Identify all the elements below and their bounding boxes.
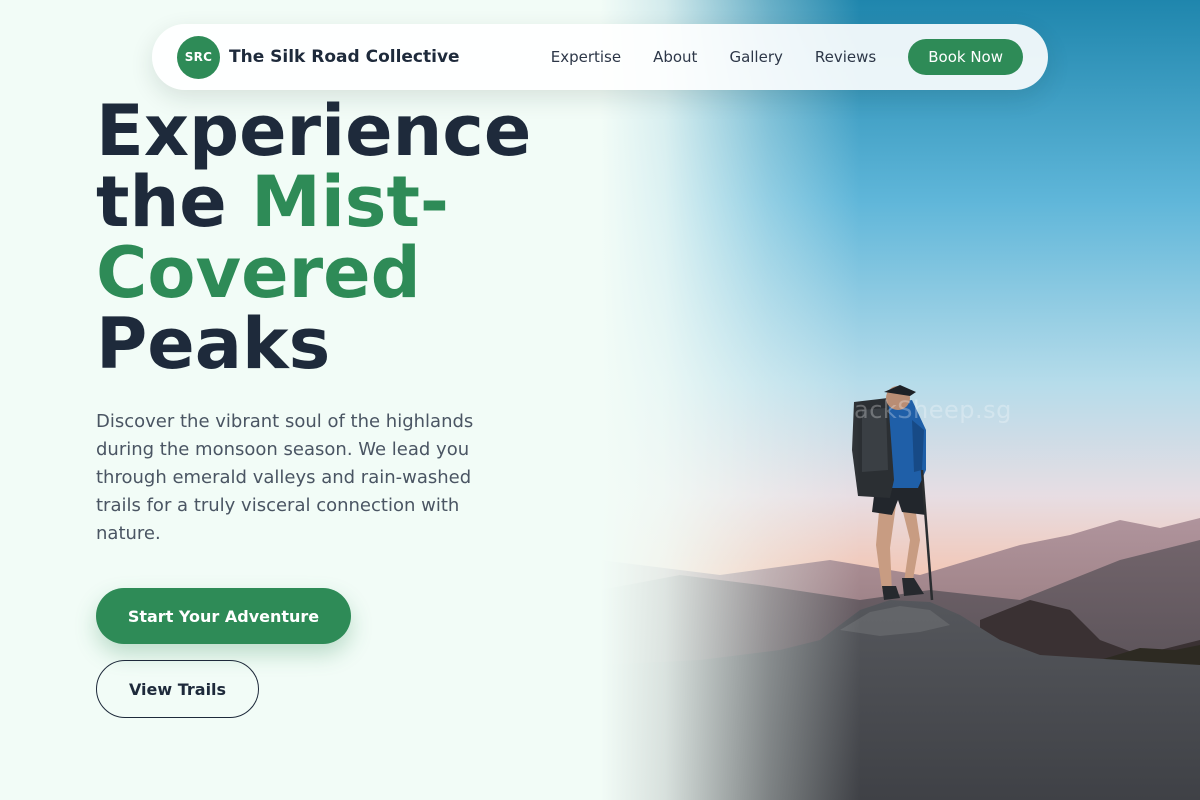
hero-title-line1: Experience [96,90,532,172]
nav-link-gallery[interactable]: Gallery [729,48,782,66]
book-now-button[interactable]: Book Now [908,39,1023,75]
brand-name[interactable]: The Silk Road Collective [229,47,460,67]
brand-logo[interactable]: SRC [177,35,220,79]
nav-link-about[interactable]: About [653,48,697,66]
top-navbar: SRC The Silk Road Collective Expertise A… [152,24,1048,90]
nav-link-expertise[interactable]: Expertise [551,48,621,66]
nav-link-reviews[interactable]: Reviews [815,48,876,66]
hero-image: ackSheep.sg [600,0,1200,800]
hero-title-lead: the [96,161,252,243]
hero-title-line3: Peaks [96,303,331,385]
start-adventure-button[interactable]: Start Your Adventure [96,588,351,644]
hero-description: Discover the vibrant soul of the highlan… [96,411,474,544]
image-watermark: ackSheep.sg [854,396,1012,424]
nav-links: Expertise About Gallery Reviews [551,48,877,66]
hero-title: Experience the Mist-Covered Peaks [96,96,616,380]
view-trails-button[interactable]: View Trails [96,660,259,718]
image-fade-overlay [600,0,860,800]
